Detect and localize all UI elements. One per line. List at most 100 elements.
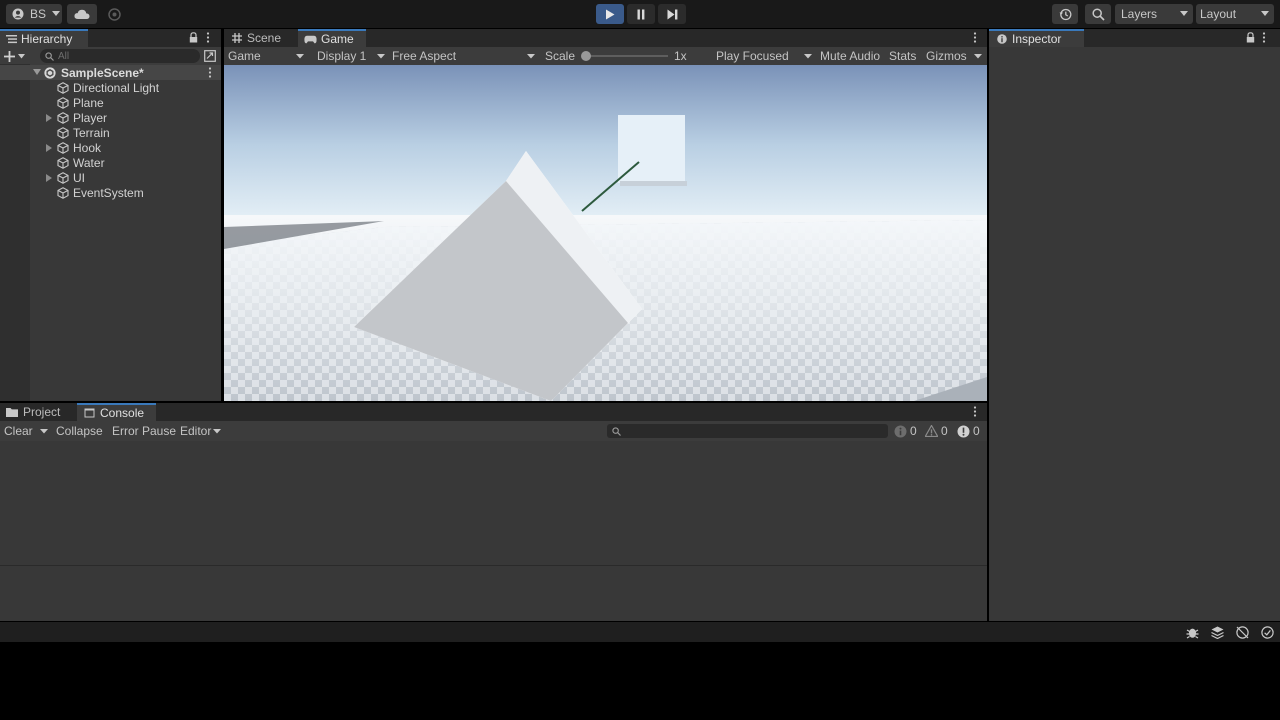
gizmos-dropdown[interactable]: Gizmos [924, 47, 986, 65]
hierarchy-item[interactable]: Plane [0, 95, 221, 110]
inspector-tab-label: Inspector [1012, 32, 1062, 46]
play-focused-dropdown[interactable]: Play Focused [712, 47, 814, 65]
collapse-toggle[interactable]: Collapse [56, 424, 103, 438]
hierarchy-item[interactable]: Directional Light [0, 80, 221, 95]
hierarchy-item-label: Directional Light [73, 80, 160, 95]
expand-arrow-icon[interactable] [45, 113, 53, 122]
tab-scene[interactable]: Scene [224, 29, 302, 47]
mute-audio-toggle[interactable]: Mute Audio [820, 49, 880, 63]
layers-label: Layers [1121, 7, 1158, 21]
info-filter-toggle[interactable]: 0 [894, 421, 922, 441]
play-focused-label: Play Focused [716, 49, 789, 63]
error-filter-toggle[interactable]: 0 [957, 421, 985, 441]
console-tab-bar: Project Console [0, 403, 987, 421]
search-button[interactable] [1085, 4, 1111, 24]
editor-dropdown[interactable]: Editor [178, 421, 224, 441]
expand-arrow-icon[interactable] [45, 143, 53, 152]
bug-icon[interactable] [1186, 626, 1199, 639]
tab-inspector[interactable]: Inspector [989, 29, 1084, 47]
inspector-panel: Inspector [989, 29, 1280, 621]
collab-button[interactable] [102, 4, 126, 24]
stats-toggle[interactable]: Stats [889, 49, 916, 63]
hierarchy-item-label: Player [73, 110, 108, 125]
play-button[interactable] [596, 4, 624, 24]
error-icon [957, 425, 970, 438]
clear-dropdown[interactable]: Clear [0, 421, 50, 441]
hierarchy-toolbar: All [0, 47, 221, 65]
search-icon [1091, 7, 1105, 21]
layout-label: Layout [1200, 7, 1237, 21]
tab-console[interactable]: Console [77, 403, 156, 421]
stack-icon[interactable] [1211, 626, 1224, 639]
floating-cube [618, 115, 687, 186]
hierarchy-tab-label: Hierarchy [21, 32, 73, 46]
cloud-button[interactable] [67, 4, 97, 24]
hierarchy-item-label: Terrain [73, 125, 110, 140]
network-icon[interactable] [1236, 626, 1249, 639]
hierarchy-search-input[interactable]: All [40, 49, 200, 63]
step-button[interactable] [658, 4, 686, 24]
hierarchy-item[interactable]: Player [0, 110, 221, 125]
main-toolbar: BS Layers Layout [0, 0, 1280, 28]
pause-button[interactable] [627, 4, 655, 24]
aspect-dropdown[interactable]: Free Aspect [388, 47, 538, 65]
hierarchy-item[interactable]: Hook [0, 140, 221, 155]
game-viewport[interactable] [224, 65, 987, 401]
account-icon [12, 8, 24, 20]
layers-dropdown[interactable]: Layers [1115, 4, 1193, 24]
scale-value: 1x [674, 49, 687, 63]
more-options-icon[interactable] [973, 32, 977, 43]
chevron-down-icon [1261, 11, 1269, 17]
gizmos-label: Gizmos [926, 49, 967, 63]
create-button[interactable] [4, 49, 30, 63]
more-options-icon[interactable] [208, 67, 212, 78]
console-panel: Project Console Clear Collapse Error Pau… [0, 403, 987, 621]
play-icon [605, 9, 615, 20]
scale-slider-track[interactable] [582, 55, 668, 57]
undo-history-button[interactable] [1052, 4, 1078, 24]
console-divider [0, 565, 987, 566]
gameobject-cube-icon [57, 96, 69, 109]
chevron-down-icon [18, 53, 25, 59]
more-options-icon[interactable] [1262, 32, 1266, 43]
tab-game-label: Game [321, 32, 354, 46]
more-options-icon[interactable] [206, 32, 210, 43]
hierarchy-item[interactable]: Terrain [0, 125, 221, 140]
scale-slider-thumb[interactable] [581, 51, 591, 61]
console-search-input[interactable] [607, 424, 888, 438]
lock-icon[interactable] [1246, 32, 1255, 43]
tab-game[interactable]: Game [298, 29, 366, 47]
list-icon [6, 34, 17, 44]
scale-label: Scale [545, 49, 576, 63]
chevron-down-icon [1180, 11, 1188, 17]
game-tab-bar: Scene Game [224, 29, 987, 47]
unity-scene-icon [44, 66, 56, 79]
warning-filter-toggle[interactable]: 0 [925, 421, 953, 441]
info-count: 0 [910, 424, 917, 438]
check-circle-icon[interactable] [1261, 626, 1274, 639]
expand-arrow-icon[interactable] [33, 69, 41, 76]
error-pause-toggle[interactable]: Error Pause [112, 424, 176, 438]
status-bar [0, 622, 1280, 642]
lock-icon[interactable] [189, 32, 198, 43]
hierarchy-item[interactable]: EventSystem [0, 185, 221, 200]
collab-icon [107, 7, 121, 21]
hierarchy-tree: Directional Light Plane Player Terrain Hook W… [0, 80, 221, 200]
chevron-down-icon [52, 11, 61, 17]
display-dropdown[interactable]: Display 1 [312, 47, 388, 65]
game-view-mode-dropdown[interactable]: Game [224, 47, 306, 65]
chevron-down-icon [804, 54, 812, 59]
hierarchy-item[interactable]: UI [0, 170, 221, 185]
info-icon [997, 34, 1007, 44]
expand-arrow-icon[interactable] [45, 173, 53, 182]
scene-view-icon[interactable] [204, 50, 216, 62]
layout-dropdown[interactable]: Layout [1196, 4, 1274, 24]
tab-project[interactable]: Project [0, 403, 80, 421]
tab-hierarchy[interactable]: Hierarchy [0, 29, 88, 47]
more-options-icon[interactable] [973, 406, 977, 417]
scene-row[interactable]: SampleScene* [0, 65, 221, 80]
account-dropdown[interactable]: BS [6, 4, 62, 24]
search-icon [612, 426, 621, 436]
hierarchy-item[interactable]: Water [0, 155, 221, 170]
hierarchy-item-label: Plane [73, 95, 104, 110]
